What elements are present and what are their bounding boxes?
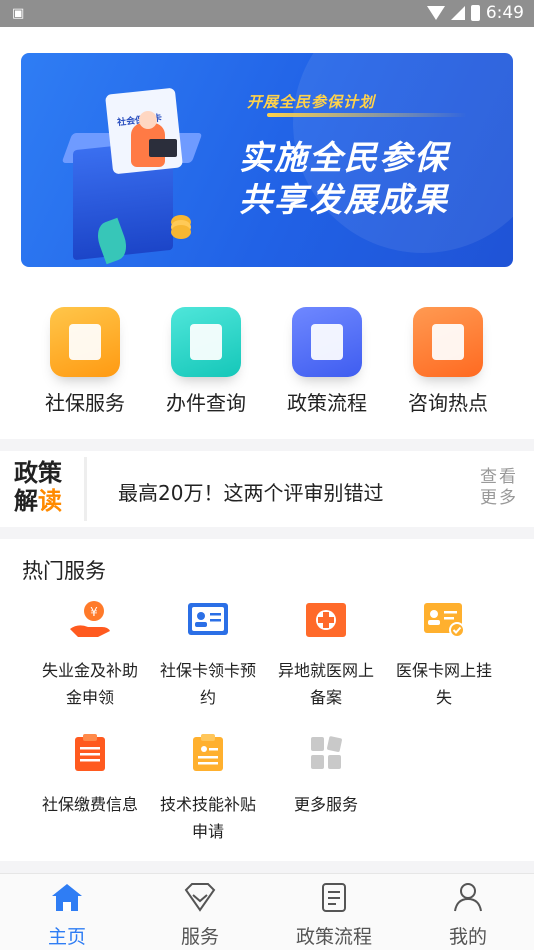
quick-action-policy-process[interactable]: 政策流程 bbox=[277, 307, 377, 416]
policy-headline[interactable]: 最高20万！这两个评审别错过 bbox=[118, 477, 383, 506]
service-skill-subsidy[interactable]: 技术技能补贴 申请 bbox=[150, 733, 266, 845]
service-unemployment-benefit[interactable]: ¥ 失业金及补助 金申领 bbox=[32, 599, 148, 711]
coins-illustration bbox=[171, 225, 191, 239]
svg-text:¥: ¥ bbox=[90, 605, 98, 619]
service-report-lost-card[interactable]: 医保卡网上挂失 bbox=[386, 599, 502, 711]
banner-headline-1: 实施全民参保 bbox=[239, 138, 449, 177]
card-check-icon bbox=[424, 603, 465, 638]
clock: 6:49 bbox=[485, 3, 524, 23]
section-title: 热门服务 bbox=[22, 559, 106, 583]
home-icon bbox=[52, 884, 82, 911]
quick-action-case-query[interactable]: 办件查询 bbox=[156, 307, 256, 416]
service-payment-info[interactable]: 社保缴费信息 bbox=[32, 733, 148, 818]
diamond-icon bbox=[184, 883, 216, 912]
service-more[interactable]: 更多服务 bbox=[268, 733, 384, 818]
clipboard-doc-icon bbox=[193, 734, 223, 771]
policy-interpretation[interactable]: 政策 解读 最高20万！这两个评审别错过 查看 更多 bbox=[0, 451, 534, 527]
status-bar: ▣ 6:49 bbox=[0, 0, 534, 27]
tab-home[interactable]: 主页 bbox=[7, 882, 127, 949]
tab-profile[interactable]: 我的 bbox=[408, 882, 528, 949]
person-head-illustration bbox=[139, 111, 157, 129]
policy-badge: 政策 解读 bbox=[14, 459, 62, 515]
signal-icon bbox=[450, 6, 465, 20]
user-icon bbox=[454, 883, 482, 912]
service-remote-medical-filing[interactable]: 异地就医网上 备案 bbox=[268, 599, 384, 711]
service-card-appointment[interactable]: 社保卡领卡预约 bbox=[150, 599, 266, 711]
document-icon bbox=[322, 883, 346, 912]
bottom-tab-bar: 主页 服务 政策流程 我的 bbox=[0, 873, 534, 950]
heart-note-icon bbox=[413, 307, 483, 377]
promo-banner[interactable]: 社会保障卡 开展全民参保计划 实施全民参保 共享发展成果 bbox=[21, 53, 513, 267]
laptop-illustration bbox=[149, 139, 177, 157]
message-doc-icon bbox=[292, 307, 362, 377]
quick-action-hot-topics[interactable]: 咨询热点 bbox=[398, 307, 498, 416]
id-card-icon bbox=[188, 603, 228, 635]
hot-services: 热门服务 ¥ 失业金及补助 金申领 社保卡领卡预约 异地就医网上 备案 医保卡网… bbox=[0, 539, 534, 861]
tab-services[interactable]: 服务 bbox=[140, 882, 260, 949]
document-search-icon bbox=[50, 307, 120, 377]
clipboard-list-icon bbox=[75, 734, 105, 771]
book-icon bbox=[171, 307, 241, 377]
tab-policy-process[interactable]: 政策流程 bbox=[274, 882, 394, 949]
battery-icon bbox=[470, 5, 480, 21]
banner-plan-text: 开展全民参保计划 bbox=[247, 93, 376, 111]
hand-coin-icon: ¥ bbox=[70, 601, 110, 637]
quick-action-social-security[interactable]: 社保服务 bbox=[35, 307, 135, 416]
grid-more-icon bbox=[311, 736, 342, 769]
medical-cross-icon bbox=[306, 603, 346, 637]
wifi-icon bbox=[426, 6, 445, 20]
top-section: 社会保障卡 开展全民参保计划 实施全民参保 共享发展成果 社保服务 办件查询 政… bbox=[0, 27, 534, 439]
view-more-link[interactable]: 查看 更多 bbox=[478, 467, 518, 509]
banner-headline-2: 共享发展成果 bbox=[239, 180, 449, 219]
qr-scan-icon: ▣ bbox=[12, 6, 25, 21]
